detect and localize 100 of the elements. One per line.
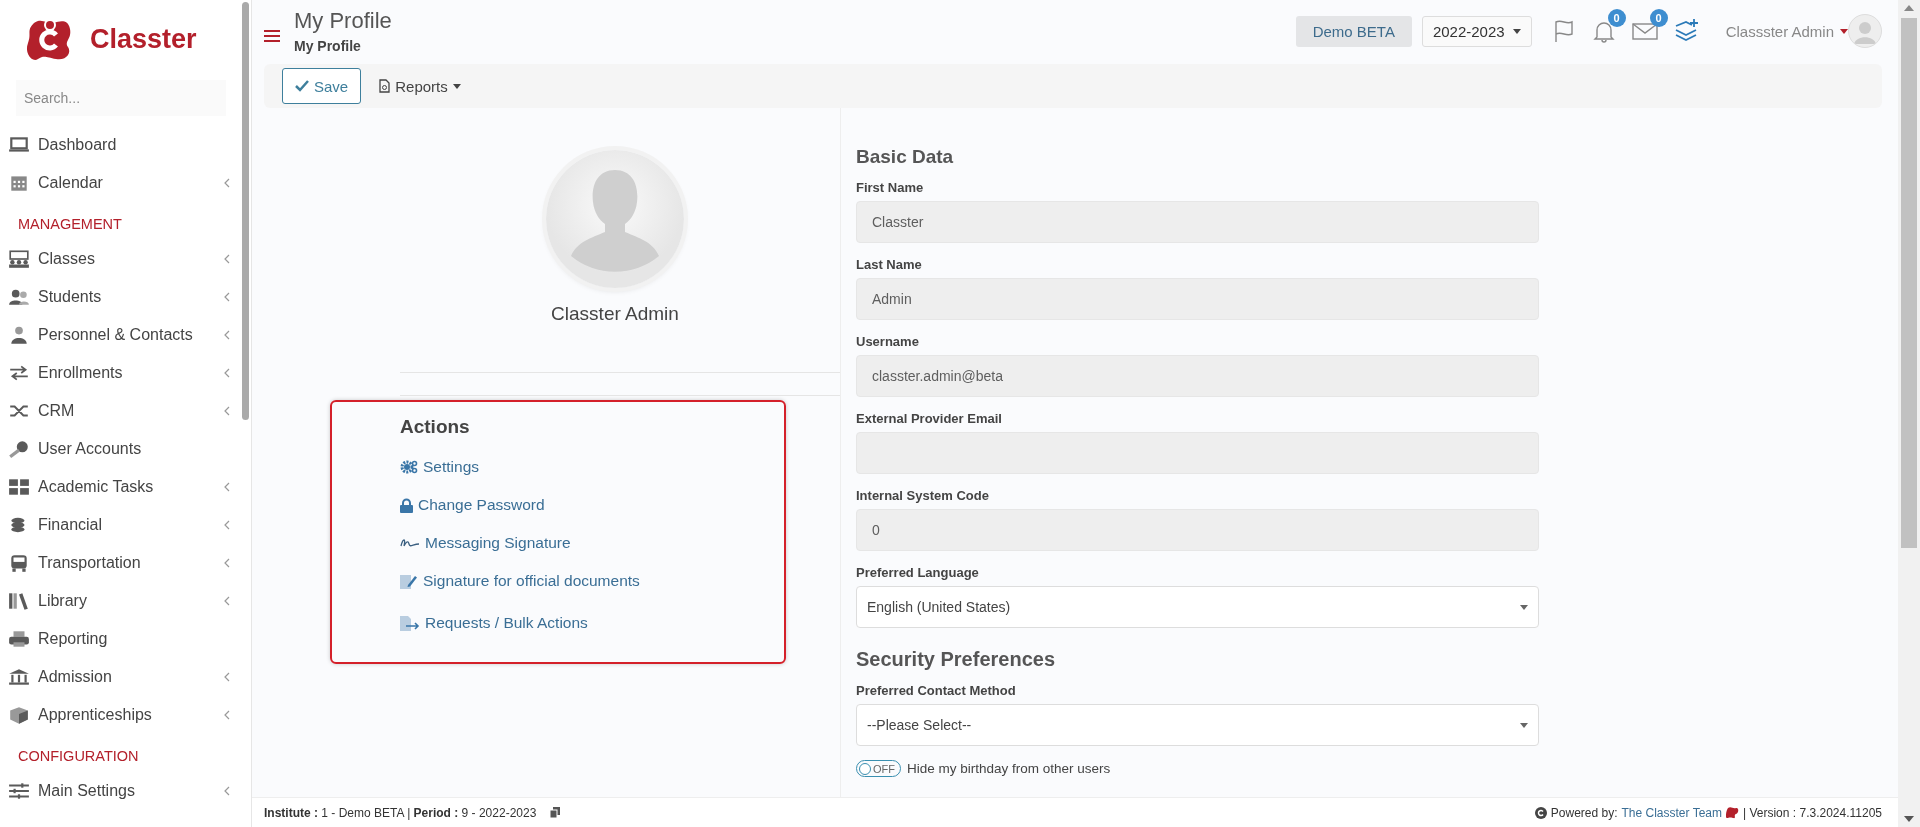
chevron-icon [224,558,230,568]
sidebar-section-heading: MANAGEMENT [17,215,123,234]
message-count: 0 [1649,9,1668,27]
document-icon [379,79,391,93]
actions-heading: Actions [400,416,471,438]
breadcrumb: My Profile [294,38,362,54]
caret-icon [1520,604,1528,610]
scrollbar-thumb[interactable] [242,2,249,420]
field-label: Internal System Code [856,488,990,503]
sidebar-item[interactable]: CRM [0,392,242,430]
calendar-icon [8,174,30,192]
logo-icon [1726,806,1739,819]
text-field[interactable]: Classter [856,201,1539,243]
sidebar-item[interactable]: Enrollments [0,354,242,392]
gears-icon [400,460,418,474]
user-menu[interactable]: Classster Admin [1725,22,1848,40]
team-link[interactable]: The Classter Team [1621,805,1722,820]
layers-plus-icon[interactable] [1673,18,1700,44]
toggle-label: Hide my birthday from other users [907,761,1111,776]
scrollbar-thumb[interactable] [1901,18,1917,548]
action-link[interactable]: Settings [400,448,479,486]
chevron-icon [224,786,230,796]
sidebar-section-heading: CONFIGURATION [17,747,140,766]
chevron-icon [224,520,230,530]
field-label: First Name [856,180,925,195]
laptop-icon [8,136,30,154]
chevron-icon [224,330,230,340]
chevron-icon [224,482,230,492]
menu-icon[interactable] [264,30,280,42]
chevron-icon [224,368,230,378]
field-label: Preferred Contact Method [856,683,1017,698]
action-link[interactable]: Requests / Bulk Actions [400,604,588,642]
bank-icon [8,668,30,686]
bus-icon [8,554,30,572]
caret-icon [1840,28,1848,34]
sidebar-item[interactable]: Apprenticeships [0,696,242,734]
sidebar-item[interactable]: Calendar [0,164,242,202]
grid-icon [8,478,30,496]
action-link[interactable]: Messaging Signature [400,524,571,562]
checkmark-icon [295,80,309,92]
printer-icon [8,630,30,648]
sidebar-item[interactable]: Classes [0,240,242,278]
arrows-icon [8,364,30,382]
document-arrow-icon [400,615,420,631]
caret-icon [1512,28,1521,34]
reports-dropdown[interactable]: Reports [375,68,465,104]
text-field[interactable]: 0 [856,509,1539,551]
document-pen-icon [400,573,418,589]
profile-name: Classter Admin [551,303,679,325]
chevron-icon [224,254,230,264]
sidebar-item[interactable]: Main Settings [0,772,242,810]
powered-by-text: Powered by: [1550,805,1618,820]
text-field[interactable]: Admin [856,278,1539,320]
sidebar-item[interactable]: Financial [0,506,242,544]
chevron-icon [224,406,230,416]
environment-badge: Demo BETA [1295,15,1412,47]
chevron-icon [224,596,230,606]
chevron-icon [224,178,230,188]
select-field[interactable]: --Please Select-- [856,704,1539,746]
lock-icon [400,497,413,513]
sidebar-item[interactable]: Library [0,582,242,620]
copyright-icon [1534,806,1547,819]
action-link[interactable]: Change Password [400,486,545,524]
text-field[interactable]: classter.admin@beta [856,355,1539,397]
sidebar-item[interactable]: Transportation [0,544,242,582]
sliders-icon [8,782,30,800]
users-icon [8,288,30,306]
version-text: | Version : 7.3.2024.11205 [1743,805,1882,820]
institute-period-info: Institute : 1 - Demo BETA | Period : 9 - 2022-2023 [264,805,537,820]
logo-text: Classter [90,23,197,55]
copy-icon[interactable] [550,807,561,818]
section-heading: Basic Data [856,146,955,168]
school-year-dropdown[interactable]: 2022-2023 [1421,15,1532,47]
caret-icon [452,83,461,89]
select-field[interactable]: English (United States) [856,586,1539,628]
key-icon [8,440,30,458]
section-heading: Security Preferences [856,648,1056,671]
signature-icon [400,537,420,549]
field-label: Username [856,334,920,349]
field-label: External Provider Email [856,411,1003,426]
save-button[interactable]: Save [282,68,362,104]
sidebar-item[interactable]: Students [0,278,242,316]
sidebar-item[interactable]: User Accounts [0,430,242,468]
sidebar-item[interactable]: Reporting [0,620,242,658]
field-label: Last Name [856,257,923,272]
chevron-icon [224,710,230,720]
field-label: Preferred Language [856,565,980,580]
classroom-icon [8,250,30,268]
sidebar-item[interactable]: Personnel & Contacts [0,316,242,354]
chevron-icon [224,292,230,302]
chevron-icon [224,672,230,682]
sidebar-item[interactable]: Dashboard [0,126,242,164]
sidebar-item[interactable]: Academic Tasks [0,468,242,506]
page-title: My Profile [294,8,392,34]
bell-icon[interactable] [1591,19,1616,43]
search-field[interactable]: Search... [16,80,226,116]
action-link[interactable]: Signature for official documents [400,562,640,600]
caret-icon [1520,722,1528,728]
cube-icon [8,706,30,724]
sidebar-item[interactable]: Admission [0,658,242,696]
